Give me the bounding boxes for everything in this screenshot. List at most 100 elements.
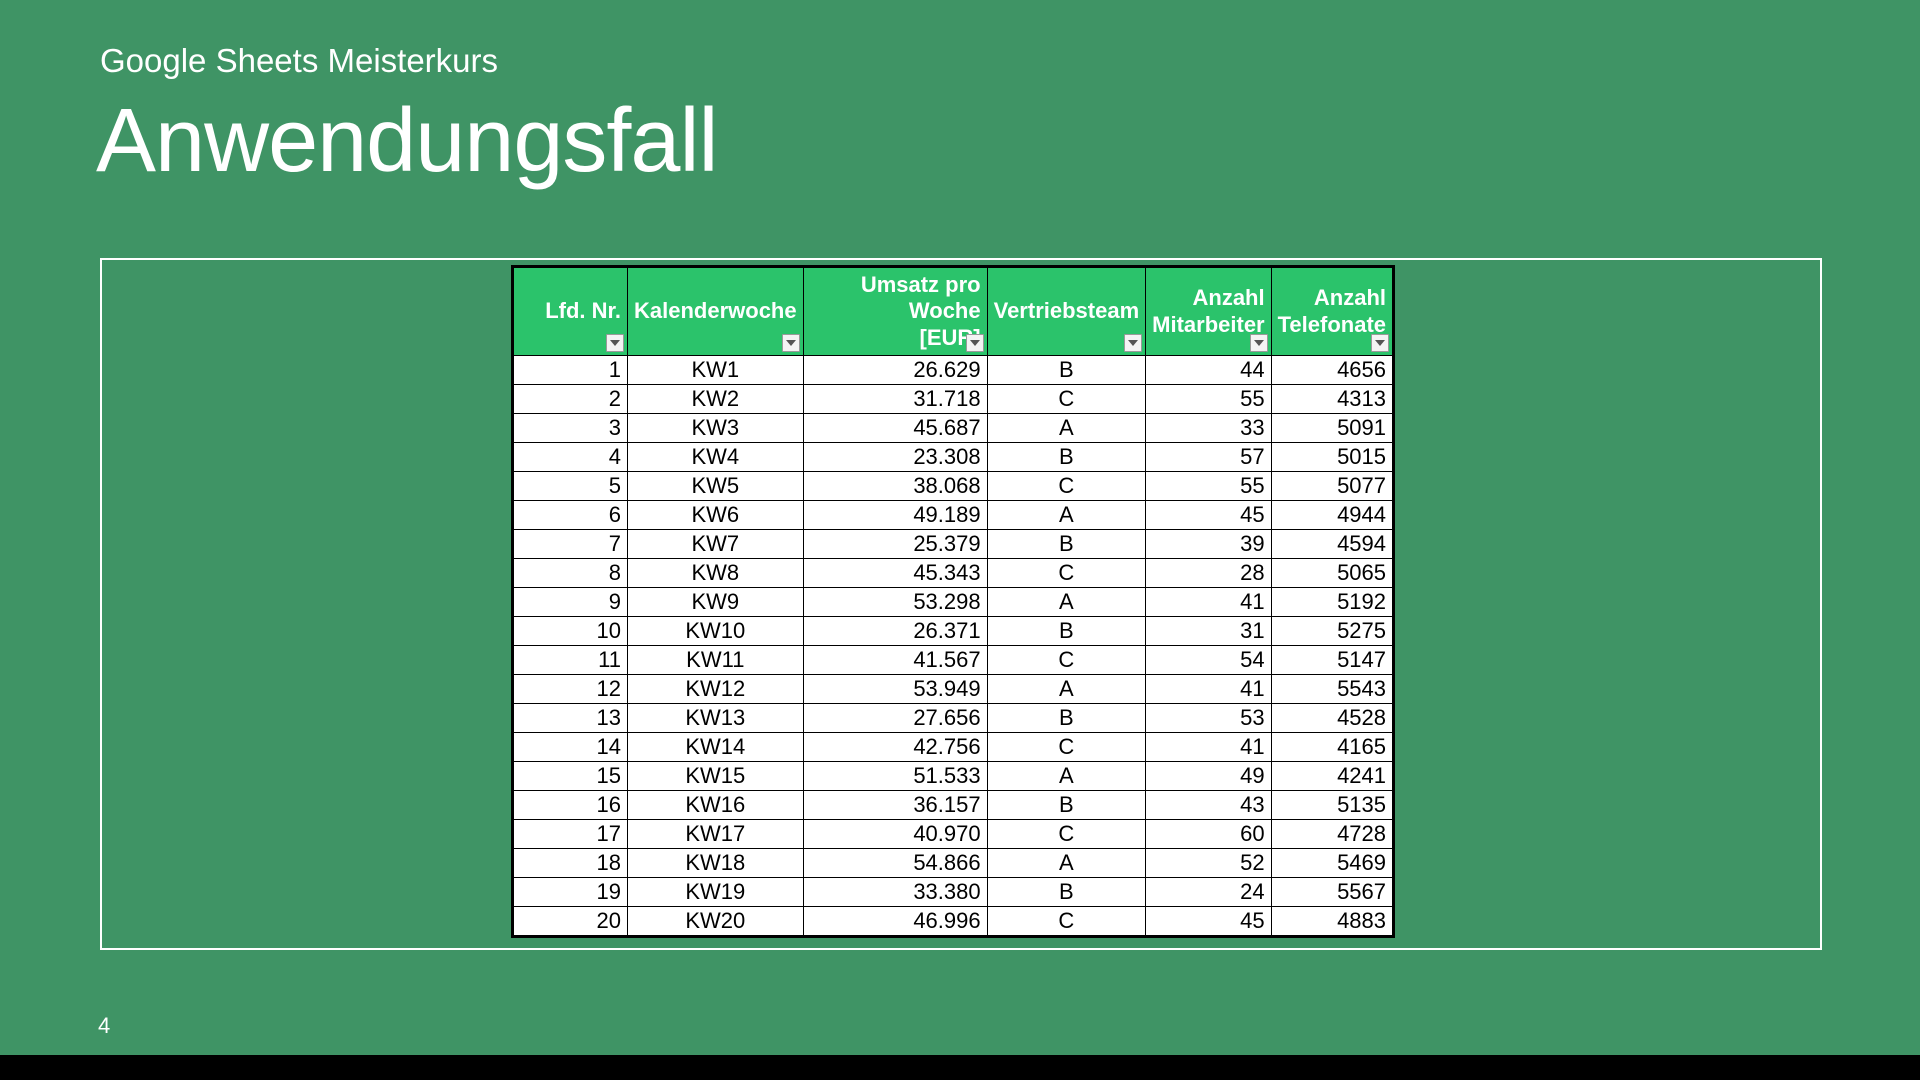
table-row: 20KW2046.996C454883	[514, 907, 1393, 936]
cell-tel: 5275	[1271, 617, 1392, 646]
header-nr: Lfd. Nr.	[514, 268, 628, 356]
cell-mit: 28	[1146, 559, 1271, 588]
table-row: 10KW1026.371B315275	[514, 617, 1393, 646]
slide-subtitle: Google Sheets Meisterkurs	[100, 42, 498, 80]
table-row: 12KW1253.949A415543	[514, 675, 1393, 704]
cell-nr: 11	[514, 646, 628, 675]
data-table: Lfd. Nr. Kalenderwoche Ums	[513, 267, 1393, 936]
table-row: 9KW953.298A415192	[514, 588, 1393, 617]
cell-tel: 5469	[1271, 849, 1392, 878]
cell-kw: KW12	[628, 675, 804, 704]
cell-team: B	[987, 704, 1146, 733]
cell-nr: 12	[514, 675, 628, 704]
table-row: 7KW725.379B394594	[514, 530, 1393, 559]
chevron-down-icon	[1254, 340, 1264, 346]
header-mitarbeiter: Anzahl Mitarbeiter	[1146, 268, 1271, 356]
cell-kw: KW1	[628, 356, 804, 385]
cell-tel: 5567	[1271, 878, 1392, 907]
cell-tel: 5135	[1271, 791, 1392, 820]
cell-nr: 19	[514, 878, 628, 907]
cell-tel: 5543	[1271, 675, 1392, 704]
cell-team: C	[987, 820, 1146, 849]
cell-kw: KW8	[628, 559, 804, 588]
filter-button-telefonate[interactable]	[1371, 334, 1389, 352]
table-row: 3KW345.687A335091	[514, 414, 1393, 443]
cell-umsatz: 53.298	[803, 588, 987, 617]
cell-mit: 49	[1146, 762, 1271, 791]
cell-team: C	[987, 472, 1146, 501]
cell-kw: KW19	[628, 878, 804, 907]
cell-mit: 39	[1146, 530, 1271, 559]
cell-umsatz: 26.371	[803, 617, 987, 646]
cell-mit: 41	[1146, 675, 1271, 704]
cell-umsatz: 38.068	[803, 472, 987, 501]
cell-kw: KW6	[628, 501, 804, 530]
table-row: 5KW538.068C555077	[514, 472, 1393, 501]
cell-mit: 52	[1146, 849, 1271, 878]
cell-umsatz: 31.718	[803, 385, 987, 414]
cell-kw: KW13	[628, 704, 804, 733]
cell-tel: 4728	[1271, 820, 1392, 849]
filter-button-umsatz[interactable]	[966, 334, 984, 352]
chevron-down-icon	[970, 340, 980, 346]
table-row: 16KW1636.157B435135	[514, 791, 1393, 820]
cell-kw: KW2	[628, 385, 804, 414]
cell-umsatz: 40.970	[803, 820, 987, 849]
cell-umsatz: 25.379	[803, 530, 987, 559]
cell-umsatz: 49.189	[803, 501, 987, 530]
cell-nr: 7	[514, 530, 628, 559]
cell-tel: 4165	[1271, 733, 1392, 762]
cell-nr: 20	[514, 907, 628, 936]
cell-nr: 6	[514, 501, 628, 530]
cell-kw: KW9	[628, 588, 804, 617]
cell-umsatz: 41.567	[803, 646, 987, 675]
header-kw-label: Kalenderwoche	[634, 298, 797, 323]
cell-mit: 45	[1146, 501, 1271, 530]
data-table-wrap: Lfd. Nr. Kalenderwoche Ums	[511, 265, 1395, 938]
cell-team: A	[987, 501, 1146, 530]
cell-nr: 2	[514, 385, 628, 414]
cell-team: C	[987, 907, 1146, 936]
cell-kw: KW7	[628, 530, 804, 559]
cell-mit: 41	[1146, 588, 1271, 617]
header-team: Vertriebsteam	[987, 268, 1146, 356]
table-row: 18KW1854.866A525469	[514, 849, 1393, 878]
cell-nr: 1	[514, 356, 628, 385]
table-row: 6KW649.189A454944	[514, 501, 1393, 530]
header-team-label: Vertriebsteam	[994, 298, 1140, 323]
cell-tel: 4528	[1271, 704, 1392, 733]
cell-mit: 43	[1146, 791, 1271, 820]
filter-button-team[interactable]	[1124, 334, 1142, 352]
cell-nr: 16	[514, 791, 628, 820]
filter-button-kw[interactable]	[782, 334, 800, 352]
cell-team: A	[987, 414, 1146, 443]
table-header-row: Lfd. Nr. Kalenderwoche Ums	[514, 268, 1393, 356]
header-telefonate: Anzahl Telefonate	[1271, 268, 1392, 356]
filter-button-nr[interactable]	[606, 334, 624, 352]
cell-mit: 24	[1146, 878, 1271, 907]
table-row: 2KW231.718C554313	[514, 385, 1393, 414]
cell-nr: 13	[514, 704, 628, 733]
cell-nr: 18	[514, 849, 628, 878]
cell-umsatz: 23.308	[803, 443, 987, 472]
cell-umsatz: 51.533	[803, 762, 987, 791]
cell-kw: KW20	[628, 907, 804, 936]
cell-team: B	[987, 530, 1146, 559]
filter-button-mitarbeiter[interactable]	[1250, 334, 1268, 352]
cell-umsatz: 26.629	[803, 356, 987, 385]
cell-kw: KW3	[628, 414, 804, 443]
cell-nr: 10	[514, 617, 628, 646]
cell-team: B	[987, 617, 1146, 646]
cell-team: A	[987, 762, 1146, 791]
cell-team: B	[987, 356, 1146, 385]
cell-nr: 9	[514, 588, 628, 617]
cell-nr: 5	[514, 472, 628, 501]
cell-mit: 55	[1146, 385, 1271, 414]
cell-mit: 31	[1146, 617, 1271, 646]
cell-team: A	[987, 849, 1146, 878]
cell-team: B	[987, 791, 1146, 820]
cell-team: A	[987, 588, 1146, 617]
cell-nr: 15	[514, 762, 628, 791]
header-umsatz: Umsatz pro Woche [EUR]	[803, 268, 987, 356]
cell-umsatz: 36.157	[803, 791, 987, 820]
